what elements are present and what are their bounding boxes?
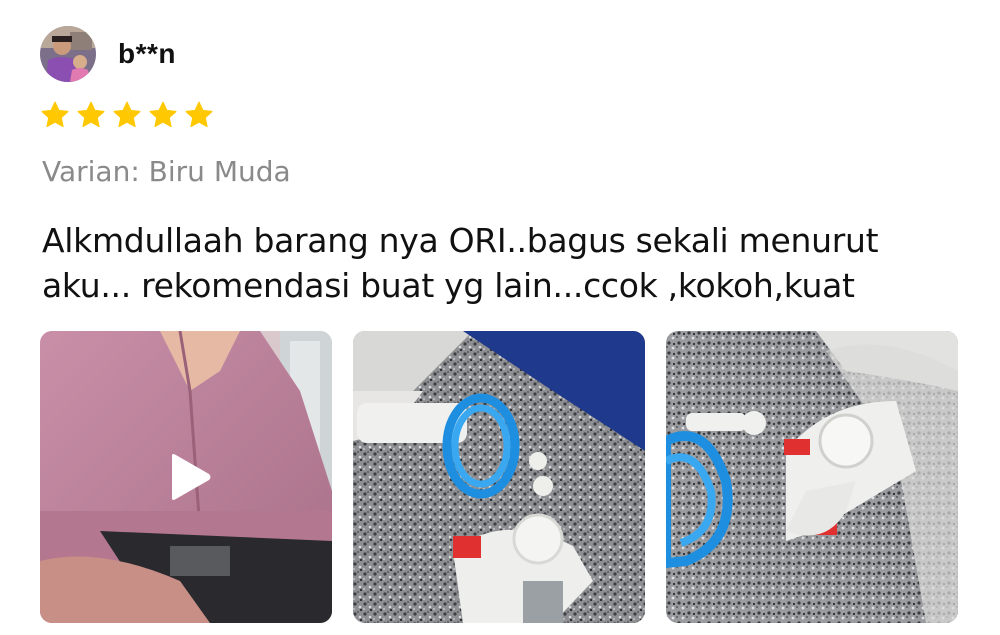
rating-stars xyxy=(40,100,214,130)
review-text: Alkmdullaah barang nya ORI..bagus sekali… xyxy=(42,218,962,308)
star-icon xyxy=(149,101,177,128)
review-text-line: aku... rekomendasi buat yg lain...ccok ,… xyxy=(42,266,855,305)
review-header: b**n xyxy=(40,25,176,83)
star-icon xyxy=(185,101,213,128)
star-icon xyxy=(41,101,69,128)
star-icon xyxy=(77,101,105,128)
media-video-thumbnail[interactable] xyxy=(40,331,332,623)
avatar[interactable] xyxy=(40,26,96,82)
media-photo[interactable] xyxy=(353,331,645,623)
review-text-line: Alkmdullaah barang nya ORI..bagus sekali… xyxy=(42,221,879,260)
star-icon xyxy=(113,101,141,128)
play-icon[interactable] xyxy=(168,453,212,501)
username: b**n xyxy=(118,38,176,69)
variant-label: Varian: Biru Muda xyxy=(42,155,291,188)
review-card: b**n Varian: Biru Muda Alkmdullaah baran… xyxy=(0,0,1000,635)
media-gallery xyxy=(40,331,958,623)
media-photo[interactable] xyxy=(666,331,958,623)
